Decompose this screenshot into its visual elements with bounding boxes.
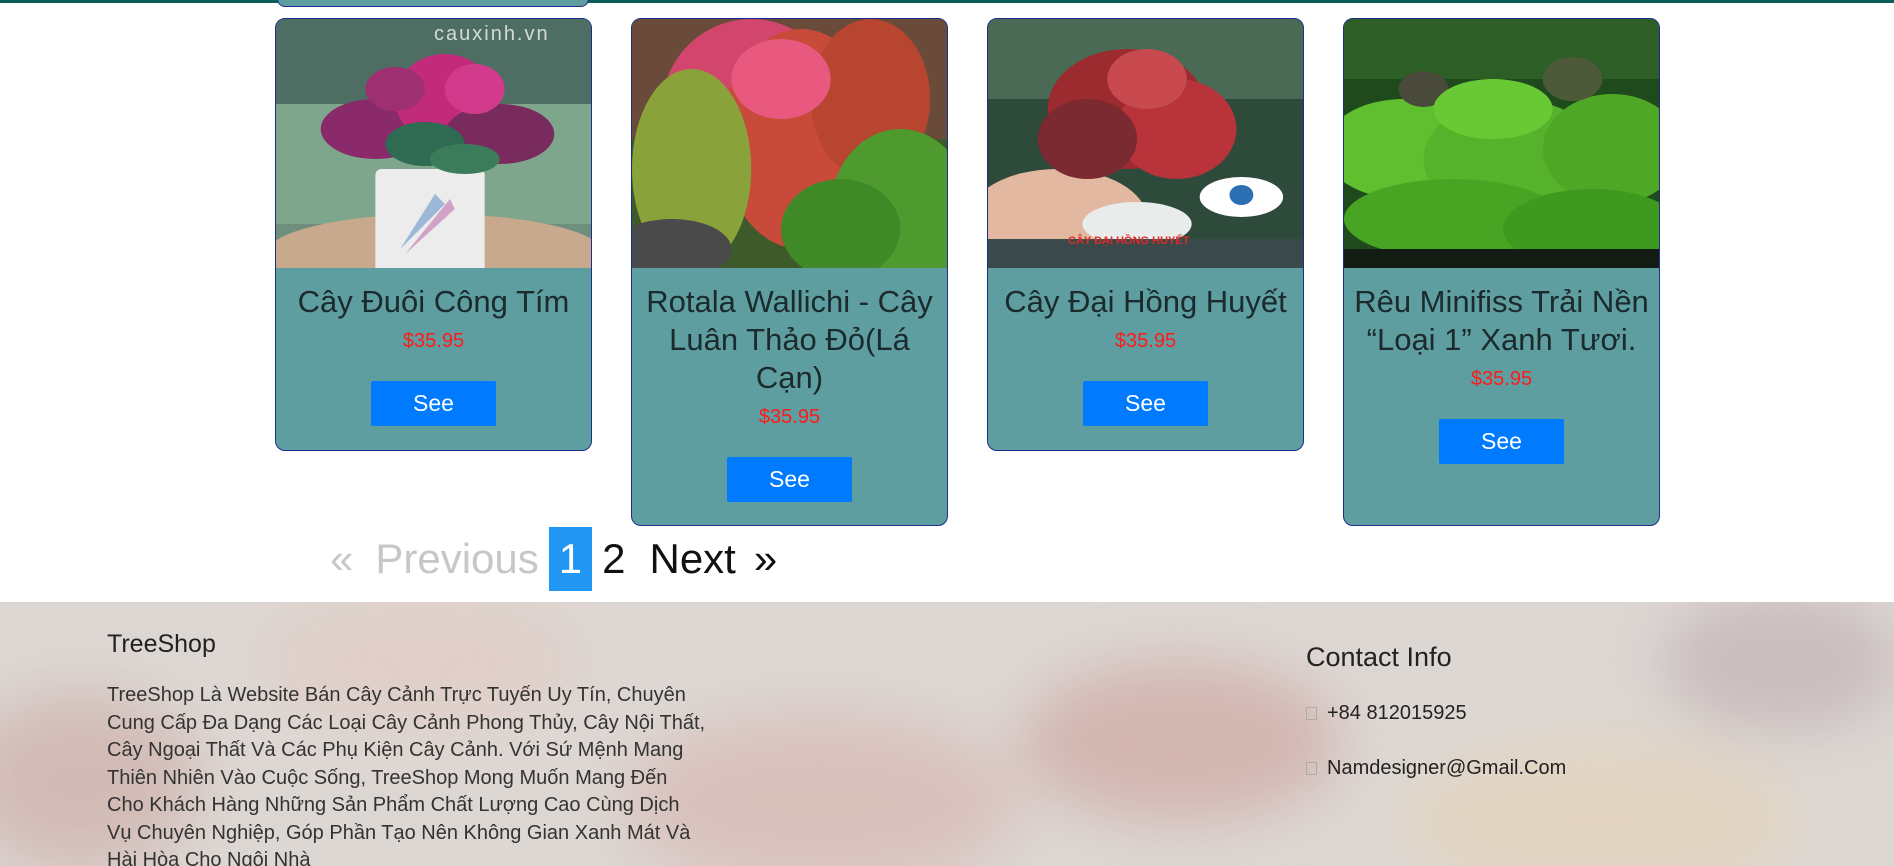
contact-phone: +84 812015925 (1306, 702, 1467, 725)
product-card[interactable]: CÂY ĐẠI HỒNG HUYẾT Cây Đại Hồng Huyết $3… (987, 18, 1304, 451)
pagination-next-arrow[interactable]: » (754, 527, 777, 591)
product-price: $35.95 (402, 330, 465, 352)
pagination-page-2[interactable]: 2 (592, 527, 635, 591)
pagination-previous: Previous (375, 535, 539, 582)
footer-description: TreeShop Là Website Bán Cây Cảnh Trực Tu… (107, 684, 706, 866)
image-caption: CÂY ĐẠI HỒNG HUYẾT (1068, 235, 1190, 247)
pagination-next[interactable]: Next (649, 527, 735, 591)
product-name[interactable]: Cây Đại Hồng Huyết (998, 283, 1293, 321)
pagination-prev-arrow: « (330, 535, 354, 582)
image-watermark: cauxinh.vn (434, 23, 550, 45)
product-card[interactable]: cauxinh.vn Cây Đuôi Công Tím $35.95 See (275, 18, 592, 451)
contact-email-text: Namdesigner@Gmail.Com (1327, 757, 1567, 779)
contact-phone-text: +84 812015925 (1327, 702, 1467, 724)
product-image[interactable] (1344, 19, 1659, 268)
product-price: $35.95 (758, 406, 821, 428)
product-image[interactable]: CÂY ĐẠI HỒNG HUYẾT (988, 19, 1303, 268)
product-name[interactable]: Rotala Wallichi - Cây Luân Thảo Đỏ(Lá Cạ… (642, 283, 937, 397)
product-card[interactable]: Rêu Minifiss Trải Nền “Loại 1” Xanh Tươi… (1343, 18, 1660, 526)
product-name[interactable]: Cây Đuôi Công Tím (286, 283, 581, 321)
footer: TreeShop TreeShop Là Website Bán Cây Cản… (0, 602, 1894, 866)
footer-brand: TreeShop (107, 630, 216, 658)
product-image[interactable] (632, 19, 947, 268)
pagination: « Previous 1 2 Next » (330, 527, 777, 591)
envelope-icon (1306, 762, 1317, 775)
pagination-page-1[interactable]: 1 (548, 527, 593, 591)
contact-email: Namdesigner@Gmail.Com (1306, 757, 1566, 780)
see-button[interactable]: See (727, 457, 852, 502)
previous-row-card-edge (277, 0, 589, 7)
see-button[interactable]: See (1439, 419, 1564, 464)
product-price: $35.95 (1470, 368, 1533, 390)
see-button[interactable]: See (371, 381, 496, 426)
phone-icon (1306, 707, 1317, 720)
product-card[interactable]: Rotala Wallichi - Cây Luân Thảo Đỏ(Lá Cạ… (631, 18, 948, 526)
contact-info-title: Contact Info (1306, 642, 1452, 672)
product-name[interactable]: Rêu Minifiss Trải Nền “Loại 1” Xanh Tươi… (1354, 283, 1649, 359)
product-image[interactable]: cauxinh.vn (276, 19, 591, 268)
product-price: $35.95 (1114, 330, 1177, 352)
see-button[interactable]: See (1083, 381, 1208, 426)
